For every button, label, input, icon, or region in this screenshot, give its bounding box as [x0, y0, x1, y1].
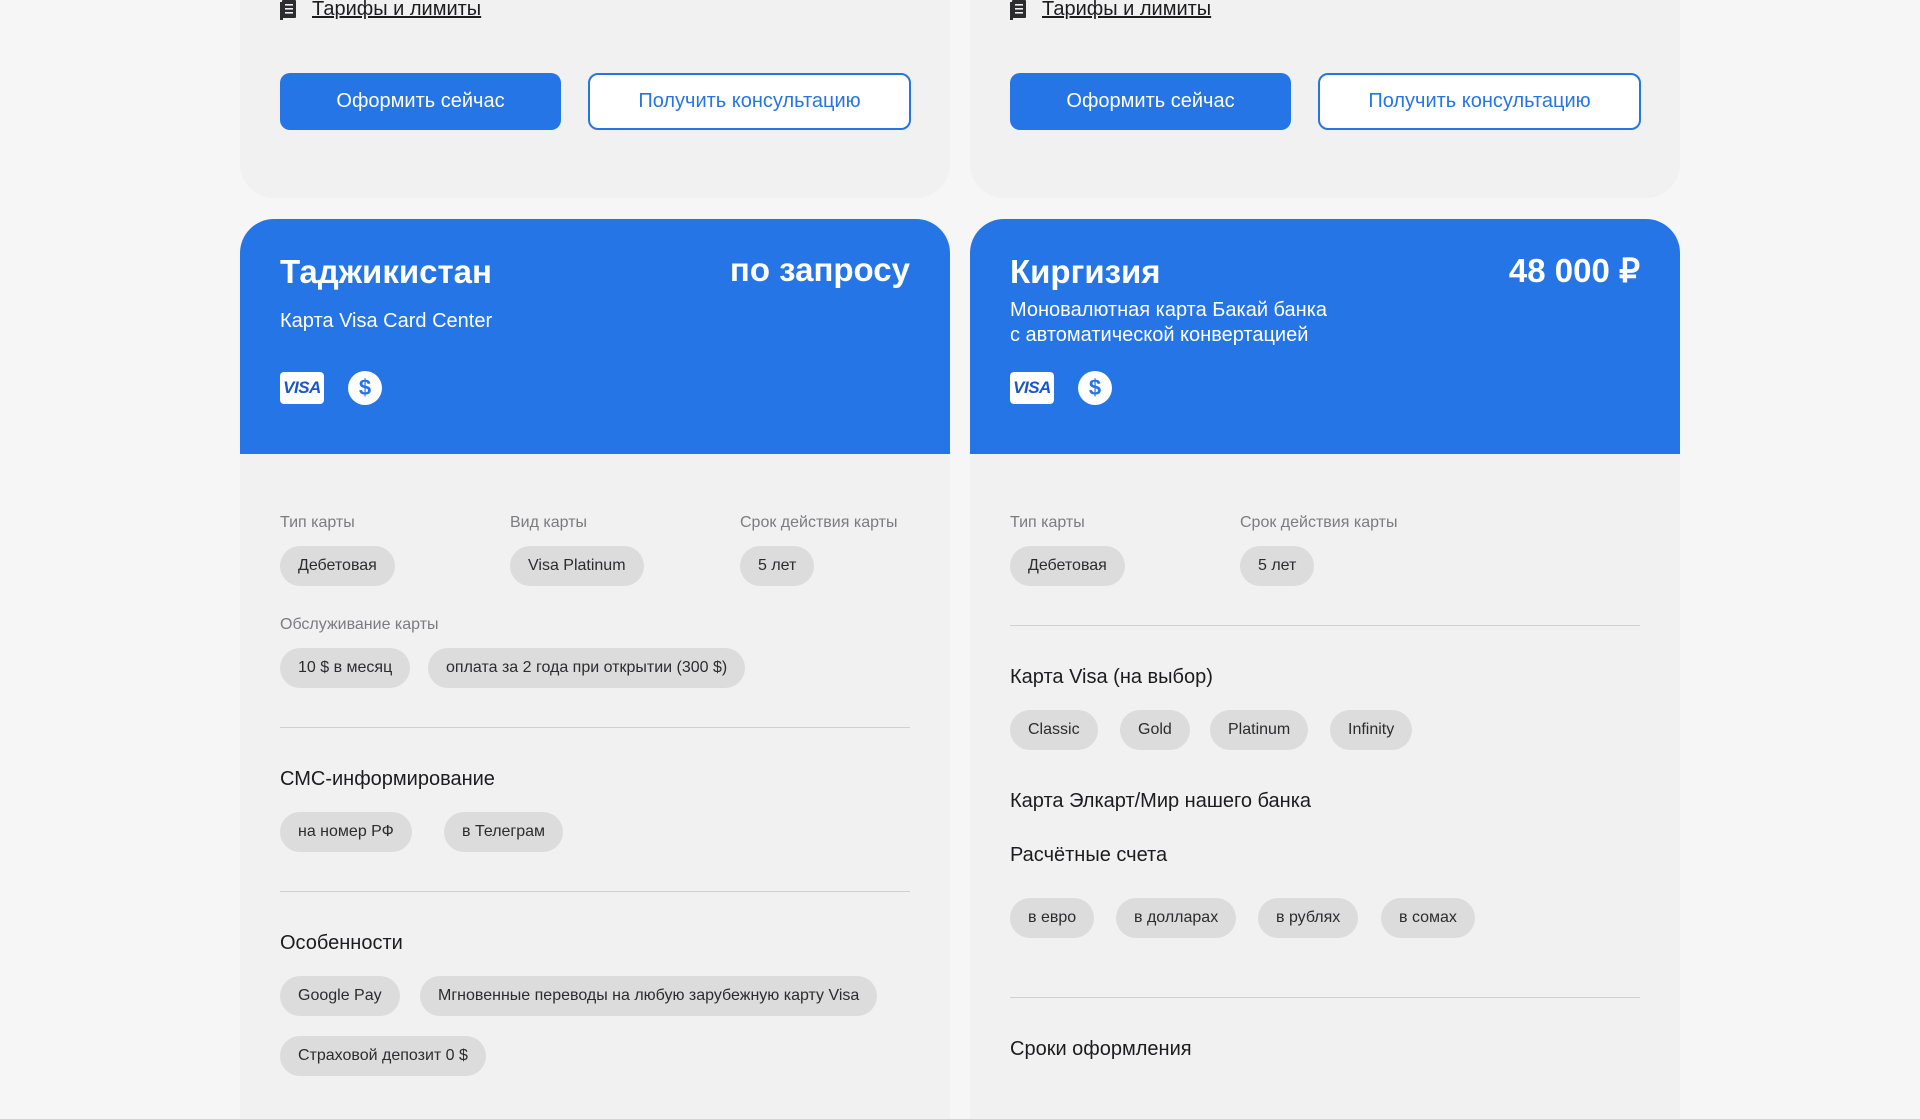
- card-header: Таджикистан по запросу Карта Visa Card C…: [240, 219, 950, 454]
- country-title: Киргизия: [1010, 253, 1161, 290]
- divider: [1010, 625, 1640, 626]
- dollar-icon: $: [348, 371, 382, 405]
- visa-icon: VISA: [1010, 372, 1054, 404]
- price: по запросу: [729, 251, 910, 288]
- account-chip: в евро: [1010, 898, 1095, 938]
- card-type-chip: Дебетовая: [1010, 546, 1125, 586]
- accounts-title: Расчётные счета: [1010, 844, 1168, 866]
- visa-choice-chip: Infinity: [1330, 710, 1413, 750]
- get-consultation-button[interactable]: Получить консультацию: [1318, 73, 1641, 130]
- feature-chip: Страховой депозит 0 $: [280, 1036, 486, 1076]
- feature-chip: Google Pay: [280, 976, 400, 1016]
- validity-label: Срок действия карты: [1240, 514, 1398, 531]
- payment-icons: VISA $: [280, 371, 382, 405]
- sms-chip: на номер РФ: [280, 812, 412, 852]
- kyrgyzstan-card: Киргизия 48 000 ₽ Моновалютная карта Бак…: [970, 219, 1680, 1119]
- terms-title: Сроки оформления: [1010, 1038, 1192, 1060]
- service-label: Обслуживание карты: [280, 616, 439, 633]
- document-icon: [1010, 0, 1026, 20]
- price: 48 000 ₽: [1508, 252, 1640, 289]
- tariffs-link[interactable]: Тарифы и лимиты: [280, 0, 481, 21]
- elcart-title: Карта Элкарт/Мир нашего банка: [1010, 790, 1312, 812]
- visa-choice-chip: Platinum: [1210, 710, 1309, 750]
- card-subtitle: Карта Visa Card Center: [280, 310, 493, 332]
- account-chip: в долларах: [1116, 898, 1237, 938]
- visa-choice-title: Карта Visa (на выбор): [1010, 666, 1213, 688]
- divider: [280, 891, 910, 892]
- tariffs-link-label[interactable]: Тарифы и лимиты: [312, 0, 481, 21]
- validity-label: Срок действия карты: [740, 514, 898, 531]
- feature-chip: Мгновенные переводы на любую зарубежную …: [420, 976, 878, 1016]
- visa-choice-chip: Gold: [1120, 710, 1190, 750]
- sms-chip: в Телеграм: [444, 812, 564, 852]
- validity-chip: 5 лет: [740, 546, 815, 586]
- validity-chip: 5 лет: [1240, 546, 1315, 586]
- divider: [280, 727, 910, 728]
- previous-card-left: Тарифы и лимиты Оформить сейчас Получить…: [240, 0, 950, 198]
- visa-icon: VISA: [280, 372, 324, 404]
- tariffs-link[interactable]: Тарифы и лимиты: [1010, 0, 1211, 21]
- visa-choice-chip: Classic: [1010, 710, 1098, 750]
- get-consultation-button[interactable]: Получить консультацию: [588, 73, 911, 130]
- divider: [1010, 997, 1640, 998]
- card-subtitle: Моновалютная карта Бакай банка с автомат…: [1010, 298, 1410, 348]
- previous-card-right: Тарифы и лимиты Оформить сейчас Получить…: [970, 0, 1680, 198]
- card-subtitle-line: Моновалютная карта Бакай банка: [1010, 299, 1328, 321]
- sms-section-title: СМС-информирование: [280, 768, 495, 790]
- payment-icons: VISA $: [1010, 371, 1112, 405]
- service-chip: оплата за 2 года при открытии (300 $): [428, 648, 746, 688]
- tajikistan-card: Таджикистан по запросу Карта Visa Card C…: [240, 219, 950, 1119]
- apply-now-button[interactable]: Оформить сейчас: [1010, 73, 1291, 130]
- card-type-chip: Дебетовая: [280, 546, 395, 586]
- account-chip: в сомах: [1381, 898, 1475, 938]
- card-kind-chip: Visa Platinum: [510, 546, 644, 586]
- card-type-label: Тип карты: [1010, 514, 1085, 531]
- dollar-icon: $: [1078, 371, 1112, 405]
- card-type-label: Тип карты: [280, 514, 355, 531]
- card-header: Киргизия 48 000 ₽ Моновалютная карта Бак…: [970, 219, 1680, 454]
- service-chip: 10 $ в месяц: [280, 648, 411, 688]
- card-kind-label: Вид карты: [510, 514, 588, 531]
- features-section-title: Особенности: [280, 932, 403, 954]
- account-chip: в рублях: [1258, 898, 1359, 938]
- document-icon: [280, 0, 296, 20]
- apply-now-button[interactable]: Оформить сейчас: [280, 73, 561, 130]
- tariffs-link-label[interactable]: Тарифы и лимиты: [1042, 0, 1211, 21]
- country-title: Таджикистан: [280, 253, 492, 290]
- card-subtitle-line: с автоматической конвертацией: [1010, 324, 1309, 346]
